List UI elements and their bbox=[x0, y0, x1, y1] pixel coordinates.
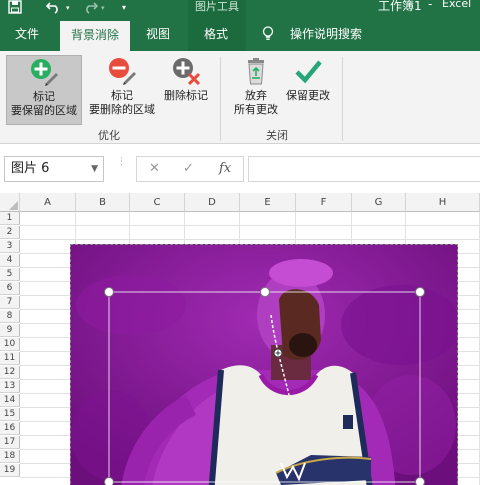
insert-function-icon[interactable]: fx bbox=[219, 157, 231, 181]
row-header[interactable]: 16 bbox=[0, 422, 20, 435]
checkmark-icon bbox=[295, 60, 322, 84]
minus-pencil-icon bbox=[109, 58, 136, 85]
row-header[interactable]: 15 bbox=[0, 408, 20, 421]
select-all-corner[interactable] bbox=[0, 193, 20, 212]
row-header[interactable]: 7 bbox=[0, 296, 20, 309]
group-label-close: 关闭 bbox=[266, 129, 288, 142]
resize-handle-bottom-right[interactable] bbox=[415, 477, 425, 485]
mark-remove-line1: 标记 bbox=[111, 89, 133, 102]
resize-handle-top[interactable] bbox=[260, 287, 270, 297]
row-header[interactable]: 19 bbox=[0, 464, 20, 477]
row-header[interactable]: 14 bbox=[0, 394, 20, 407]
column-header[interactable]: F bbox=[296, 193, 352, 212]
row-header[interactable]: 9 bbox=[0, 324, 20, 337]
mark-remove-line2: 要删除的区域 bbox=[89, 103, 155, 116]
picture-6[interactable] bbox=[70, 244, 458, 485]
redo-dropdown-icon[interactable]: ▾ bbox=[101, 1, 105, 18]
redo-icon[interactable] bbox=[82, 0, 99, 17]
delete-mark-label: 删除标记 bbox=[164, 89, 208, 102]
row-header[interactable]: 10 bbox=[0, 338, 20, 351]
row-header[interactable]: 18 bbox=[0, 450, 20, 463]
column-header[interactable]: E bbox=[240, 193, 296, 212]
row-gridline bbox=[20, 225, 480, 226]
worksheet-grid: ABCDEFGH 1 2 3 4 5 6 7 8 9 10 11 12 13 14 15 16 17 18 19 bbox=[0, 193, 480, 485]
row-header[interactable]: 12 bbox=[0, 366, 20, 379]
row-header[interactable]: 17 bbox=[0, 436, 20, 449]
resize-handle-bottom-left[interactable] bbox=[104, 477, 114, 485]
ribbon-tabs: 文件 背景消除 视图 格式 操作说明搜索 bbox=[0, 17, 480, 51]
tab-format[interactable]: 格式 bbox=[193, 17, 239, 51]
column-header[interactable]: H bbox=[406, 193, 480, 212]
discard-line1: 放弃 bbox=[245, 89, 267, 102]
discard-line2: 所有更改 bbox=[234, 103, 278, 116]
excel-window: ▾ ▾ ▾ 图片工具 工作簿1 - Excel 文件 背景消除 视图 格式 操作… bbox=[0, 0, 480, 485]
resize-handle-top-left[interactable] bbox=[104, 287, 114, 297]
player-photo bbox=[71, 245, 457, 485]
title-separator: - bbox=[428, 0, 433, 11]
undo-dropdown-icon[interactable]: ▾ bbox=[66, 1, 70, 18]
keep-changes-label: 保留更改 bbox=[286, 89, 330, 102]
plus-pencil-icon bbox=[31, 59, 58, 86]
delete-mark-icon bbox=[173, 58, 200, 85]
row-header[interactable]: 11 bbox=[0, 352, 20, 365]
tell-me-search[interactable]: 操作说明搜索 bbox=[286, 17, 366, 51]
column-header[interactable]: A bbox=[20, 193, 76, 212]
column-header[interactable]: C bbox=[130, 193, 185, 212]
column-header[interactable]: G bbox=[352, 193, 406, 212]
mark-areas-to-remove-button[interactable]: 标记 要删除的区域 bbox=[84, 55, 160, 125]
cancel-icon[interactable]: ✕ bbox=[149, 157, 160, 181]
title-bar: ▾ ▾ ▾ 图片工具 工作簿1 - Excel bbox=[0, 0, 480, 17]
app-name: Excel bbox=[442, 0, 472, 10]
recycle-bin-icon bbox=[248, 58, 264, 85]
row-header[interactable]: 5 bbox=[0, 268, 20, 281]
row-header[interactable]: 1 bbox=[0, 212, 20, 225]
mark-areas-to-keep-button[interactable]: 标记 要保留的区域 bbox=[6, 55, 82, 125]
row-header[interactable]: 13 bbox=[0, 380, 20, 393]
customize-qat-icon[interactable]: ▾ bbox=[122, 0, 126, 17]
undo-icon[interactable] bbox=[45, 0, 62, 17]
name-box-value: 图片 6 bbox=[11, 161, 50, 176]
tab-remove-background[interactable]: 背景消除 bbox=[60, 21, 130, 51]
keep-changes-button[interactable]: 保留更改 bbox=[282, 55, 334, 125]
group-divider bbox=[342, 57, 343, 141]
column-header[interactable]: D bbox=[185, 193, 240, 212]
ribbon-panel: 标记 要保留的区域 标记 要删除的区域 删除标记 放弃 所有更改 保留更改 优化… bbox=[0, 51, 480, 144]
row-header[interactable]: 6 bbox=[0, 282, 20, 295]
name-box[interactable]: 图片 6 ▼ bbox=[4, 156, 104, 182]
group-label-refine: 优化 bbox=[98, 129, 120, 142]
formula-bar: 图片 6 ▼ ⋮ ✕ ✓ fx bbox=[0, 145, 480, 193]
row-header[interactable]: 3 bbox=[0, 240, 20, 253]
row-gridline bbox=[20, 239, 480, 240]
tab-file[interactable]: 文件 bbox=[6, 17, 48, 51]
mark-keep-line1: 标记 bbox=[33, 90, 55, 103]
group-divider bbox=[220, 57, 221, 141]
save-icon[interactable] bbox=[8, 0, 22, 17]
chevron-down-icon[interactable]: ▼ bbox=[91, 157, 98, 181]
grip-icon[interactable]: ⋮ bbox=[117, 158, 126, 177]
delete-mark-button[interactable]: 删除标记 bbox=[160, 55, 212, 125]
tab-view[interactable]: 视图 bbox=[138, 17, 178, 51]
row-header[interactable]: 8 bbox=[0, 310, 20, 323]
formula-controls: ✕ ✓ fx bbox=[136, 156, 244, 182]
lightbulb-icon bbox=[262, 26, 274, 45]
document-title: 工作簿1 bbox=[378, 0, 422, 13]
enter-icon[interactable]: ✓ bbox=[183, 157, 194, 181]
column-header[interactable]: B bbox=[76, 193, 130, 212]
row-header[interactable]: 2 bbox=[0, 226, 20, 239]
resize-handle-top-right[interactable] bbox=[415, 287, 425, 297]
discard-all-changes-button[interactable]: 放弃 所有更改 bbox=[228, 55, 284, 125]
context-tab-title: 图片工具 bbox=[188, 0, 246, 17]
row-header[interactable]: 4 bbox=[0, 254, 20, 267]
mark-keep-line2: 要保留的区域 bbox=[11, 104, 77, 117]
formula-input[interactable] bbox=[248, 156, 480, 182]
